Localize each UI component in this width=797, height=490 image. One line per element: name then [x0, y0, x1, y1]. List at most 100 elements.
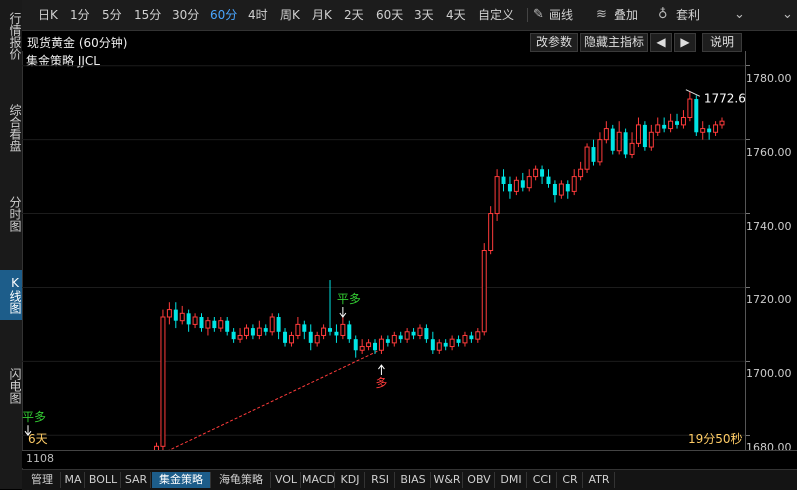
candle-body: [558, 183, 564, 196]
indicator-tab[interactable]: SAR: [122, 472, 151, 488]
candle-body: [385, 339, 390, 343]
candle-body: [417, 327, 423, 336]
tab-lightning[interactable]: 闪电图: [0, 362, 22, 410]
period-15min[interactable]: 15分: [134, 0, 161, 30]
candle-body: [707, 128, 712, 133]
indicator-tab-bar: 管理 MA BOLL SAR 集金策略 海龟策略 VOL MACD KDJ RSI BIAS W&R O…: [22, 469, 797, 490]
candle-body: [494, 176, 500, 215]
candle-body: [276, 317, 281, 332]
candle-body: [411, 331, 416, 336]
arbitrage-button[interactable]: 套利: [676, 0, 700, 30]
candle-body: [353, 339, 358, 351]
indicator-tab[interactable]: 海龟策略: [212, 472, 271, 488]
period-30min[interactable]: 30分: [172, 0, 199, 30]
indicator-tab[interactable]: BIAS: [396, 472, 431, 488]
period-4hour[interactable]: 4时: [248, 0, 268, 30]
chevron-down-icon[interactable]: ⌄: [734, 0, 745, 30]
indicator-tab[interactable]: CCI: [528, 472, 557, 488]
candle-body: [231, 331, 236, 340]
period-60day[interactable]: 60天: [376, 0, 403, 30]
indicator-tab[interactable]: W&R: [432, 472, 463, 488]
period-weekly[interactable]: 周K: [280, 0, 300, 30]
overlay-button[interactable]: 叠加: [614, 0, 638, 30]
down-arrow-icon: [339, 307, 347, 318]
candle-body: [462, 334, 468, 344]
candle-body: [694, 99, 699, 133]
price-tick-label: 1740.00: [746, 207, 797, 233]
arrow-left-icon[interactable]: ◀: [650, 33, 672, 52]
candle-body: [404, 331, 410, 340]
candle-body: [526, 176, 532, 189]
tab-intraday[interactable]: 分时图: [0, 190, 22, 238]
indicator-tab[interactable]: OBV: [464, 472, 495, 488]
layers-icon[interactable]: ≋: [596, 0, 607, 30]
price-tick-label: 1720.00: [746, 280, 797, 306]
indicator-tab[interactable]: MACD: [302, 472, 335, 488]
high-price-label: 1772.67: [704, 92, 745, 106]
candle-body: [443, 342, 448, 347]
candle-body: [302, 324, 307, 332]
period-custom[interactable]: 自定义: [478, 0, 514, 30]
candle-body: [250, 328, 255, 336]
high-marker: [685, 89, 701, 97]
candle-body: [166, 309, 172, 318]
candle-body: [334, 331, 339, 336]
candle-body: [391, 334, 397, 344]
candle-body: [546, 176, 551, 184]
indicator-tab[interactable]: RSI: [366, 472, 395, 488]
period-60min[interactable]: 60分: [210, 0, 237, 30]
candlestick-chart[interactable]: 1772.671664.25平多多平多多: [22, 51, 745, 450]
indicator-tab[interactable]: KDJ: [336, 472, 365, 488]
indicator-tab[interactable]: 集金策略: [152, 472, 211, 488]
edit-params-button[interactable]: 改参数: [530, 33, 578, 52]
price-tick-label: 1700.00: [746, 354, 797, 380]
candle-body: [321, 327, 327, 336]
tab-kline[interactable]: K线图: [0, 270, 22, 320]
candle-body: [186, 313, 191, 325]
indicator-tab[interactable]: DMI: [496, 472, 527, 488]
indicator-tab[interactable]: VOL: [272, 472, 301, 488]
period-daily[interactable]: 日K: [38, 0, 58, 30]
candle-body: [533, 168, 539, 178]
candle-body: [552, 184, 557, 196]
candle-body: [199, 317, 204, 329]
candle-body: [501, 176, 506, 184]
tab-quotes[interactable]: 行情报价: [0, 4, 22, 68]
period-toolbar: 日K 1分 5分 15分 30分 60分 4时 周K 月K 2天 60天 3天 …: [22, 0, 797, 31]
candle-body: [680, 117, 686, 126]
period-2day[interactable]: 2天: [344, 0, 364, 30]
period-monthly[interactable]: 月K: [312, 0, 332, 30]
indicator-tab[interactable]: 管理: [24, 472, 61, 488]
candle-body: [256, 327, 262, 336]
period-1min[interactable]: 1分: [70, 0, 90, 30]
indicator-tab[interactable]: ATR: [584, 472, 615, 488]
candle-body: [366, 342, 372, 348]
money-bag-icon[interactable]: ♁: [658, 0, 668, 30]
candle-body: [642, 124, 647, 148]
candle-body: [436, 342, 442, 351]
tab-overview[interactable]: 综合看盘: [0, 96, 22, 160]
period-3day[interactable]: 3天: [414, 0, 434, 30]
arrow-right-icon[interactable]: ▶: [674, 33, 696, 52]
candle-body: [456, 339, 461, 343]
hide-main-indicator-button[interactable]: 隐藏主指标: [580, 33, 648, 52]
pencil-icon[interactable]: ✎: [533, 0, 544, 30]
indicator-tab[interactable]: CR: [558, 472, 583, 488]
candle-body: [571, 176, 577, 192]
price-axis: 1780.00 1760.00 1740.00 1720.00 1700.00 1680.…: [745, 51, 797, 454]
indicator-tab[interactable]: BOLL: [86, 472, 121, 488]
draw-line-button[interactable]: 画线: [549, 0, 573, 30]
chevron-down-icon[interactable]: ⌄: [782, 0, 793, 30]
left-tab-bar: 行情报价 综合看盘 分时图 K线图 闪电图: [0, 0, 23, 489]
candle-body: [603, 128, 609, 141]
candle-body: [308, 331, 313, 343]
candle-body: [347, 324, 352, 340]
candle-body: [295, 323, 301, 336]
candle-body: [597, 139, 603, 163]
candle-body: [700, 128, 706, 133]
indicator-tab[interactable]: MA: [62, 472, 85, 488]
period-4day[interactable]: 4天: [446, 0, 466, 30]
period-5min[interactable]: 5分: [102, 0, 122, 30]
help-button[interactable]: 说明: [702, 33, 742, 52]
candle-body: [328, 328, 333, 332]
